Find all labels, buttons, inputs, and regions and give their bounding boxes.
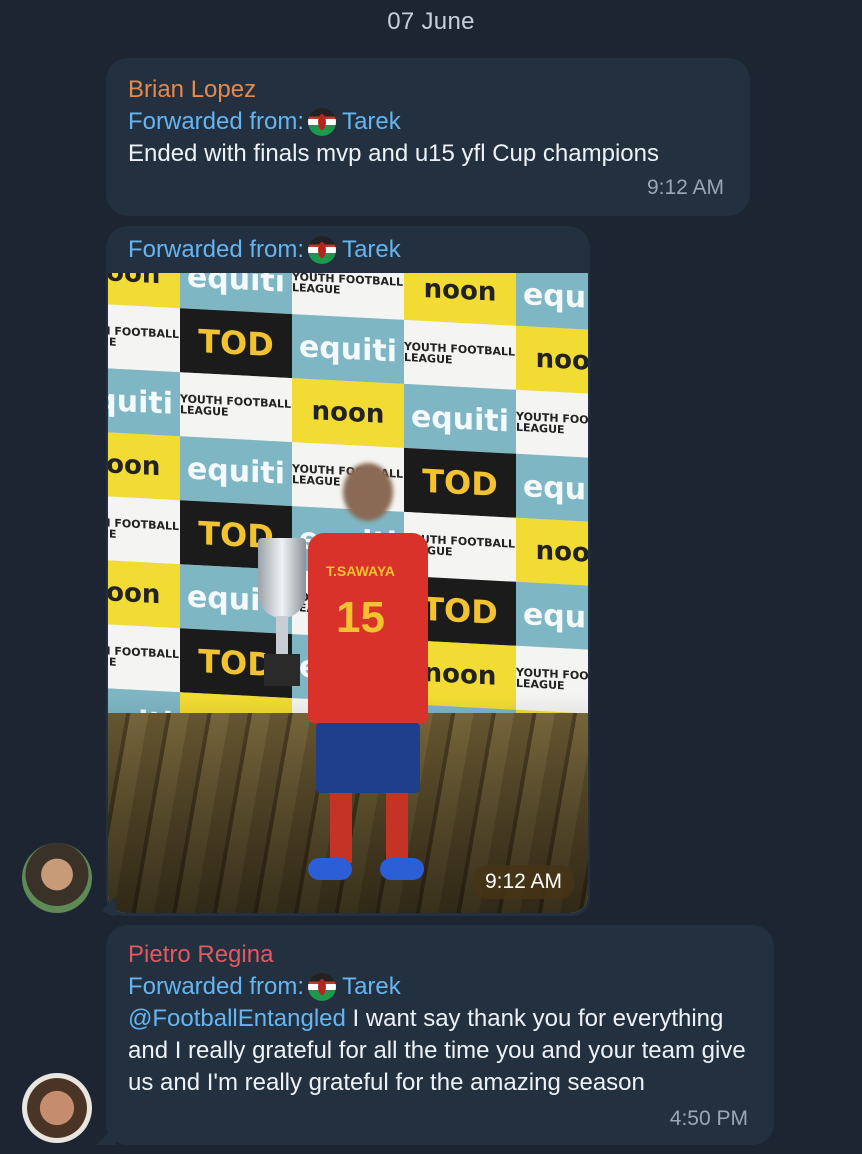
- jersey-name: T.SAWAYA: [326, 563, 395, 579]
- trophy-base: [264, 654, 300, 686]
- yfl-logo: YOUTH FOOTBALL LEAGUE: [108, 622, 180, 693]
- forwarded-label: Forwarded from:: [128, 236, 305, 263]
- yfl-logo: YOUTH FOOTBALL LEAGUE: [108, 302, 180, 373]
- forwarded-label: Forwarded from:: [128, 973, 305, 1000]
- forwarded-label: Forwarded from:: [128, 108, 305, 135]
- noon-logo: noon: [108, 273, 180, 309]
- sender-avatar[interactable]: [22, 1073, 92, 1143]
- sock: [386, 793, 408, 863]
- equiti-logo: equiti: [180, 273, 292, 315]
- yfl-logo: YOUTH FOOTBALL LEAGUE: [180, 372, 292, 443]
- message-time: 9:12 AM: [646, 176, 724, 199]
- noon-logo: noon: [516, 325, 588, 396]
- equiti-logo: equiti: [516, 273, 588, 332]
- boot: [380, 858, 424, 880]
- noon-logo: noon: [108, 430, 180, 501]
- flag-avatar-icon: [308, 973, 337, 1001]
- forwarded-header[interactable]: Forwarded from: Tarek: [128, 971, 758, 1003]
- message-time: 4:50 PM: [669, 1107, 748, 1130]
- yfl-logo: YOUTH FOOTBALL LEAGUE: [404, 319, 516, 390]
- equiti-logo: equiti: [292, 314, 404, 384]
- message-bubble[interactable]: Brian Lopez Forwarded from: Tarek Ended …: [106, 58, 750, 216]
- jersey-number: 15: [336, 593, 385, 642]
- forwarded-name[interactable]: Tarek: [342, 971, 401, 1003]
- shorts: [316, 723, 420, 793]
- message-text: @FootballEntangled I want say thank you …: [128, 1003, 758, 1099]
- player-figure: T.SAWAYA 15: [308, 463, 428, 883]
- photo-time-badge: 9:12 AM: [472, 865, 574, 899]
- jersey: T.SAWAYA 15: [308, 533, 428, 723]
- message-bubble[interactable]: Pietro Regina Forwarded from: Tarek @Foo…: [106, 925, 774, 1145]
- sender-avatar[interactable]: [22, 843, 92, 913]
- trophy-cup: [258, 538, 306, 618]
- mention-link[interactable]: @FootballEntangled: [128, 1005, 346, 1032]
- boot: [308, 858, 352, 880]
- equiti-logo: equiti: [516, 453, 588, 524]
- equiti-logo: equiti: [108, 366, 180, 437]
- noon-logo: noon: [292, 378, 404, 448]
- message-text: Ended with finals mvp and u15 yfl Cup ch…: [128, 140, 659, 167]
- yfl-logo: YOUTH FOOTBALL LEAGUE: [108, 494, 180, 565]
- equiti-logo: equiti: [516, 581, 588, 652]
- flag-avatar-icon: [308, 236, 337, 264]
- trophy: [258, 538, 306, 688]
- trophy-stem: [276, 616, 288, 656]
- yfl-logo: YOUTH FOOTBALL LEAGUE: [516, 389, 588, 460]
- forwarded-name[interactable]: Tarek: [342, 234, 401, 266]
- yfl-logo: YOUTH FOOTBALL LEAGUE: [292, 273, 404, 320]
- flag-avatar-icon: [308, 108, 337, 136]
- photo-attachment[interactable]: noon equiti YOUTH FOOTBALL LEAGUE noon e…: [108, 273, 588, 913]
- forwarded-name[interactable]: Tarek: [342, 106, 401, 138]
- equiti-logo: equiti: [404, 383, 516, 454]
- noon-logo: noon: [108, 558, 180, 629]
- forwarded-header[interactable]: Forwarded from: Tarek: [128, 234, 401, 266]
- date-separator: 07 June: [387, 8, 475, 35]
- sock: [330, 793, 352, 863]
- tod-logo: TOD: [180, 308, 292, 379]
- forwarded-header[interactable]: Forwarded from: Tarek: [128, 106, 659, 138]
- equiti-logo: equiti: [180, 436, 292, 507]
- sender-name[interactable]: Pietro Regina: [128, 939, 758, 971]
- sender-name[interactable]: Brian Lopez: [128, 74, 659, 106]
- blurred-face: [343, 463, 393, 521]
- noon-logo: noon: [404, 273, 516, 326]
- noon-logo: noon: [516, 517, 588, 588]
